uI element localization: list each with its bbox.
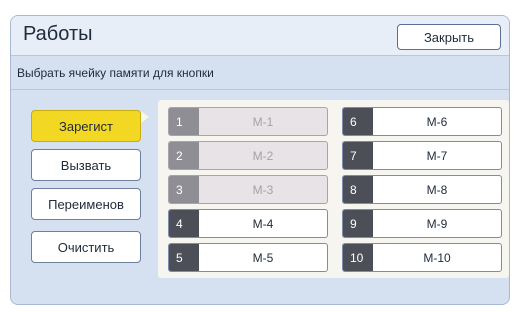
screen: Работы Закрыть Выбрать ячейку памяти для… [0, 0, 515, 312]
slot-number: 6 [343, 108, 373, 135]
slot-number: 4 [169, 210, 199, 237]
slot-label: M-7 [426, 148, 448, 163]
memory-slot-4[interactable]: 4 M-4 [168, 209, 328, 238]
slot-label: M-3 [252, 182, 274, 197]
recall-button[interactable]: Вызвать [31, 149, 141, 181]
slot-label: M-5 [252, 250, 274, 265]
instruction-text: Выбрать ячейку памяти для кнопки [17, 66, 214, 80]
selection-pointer [141, 111, 149, 123]
memory-slot-10[interactable]: 10 M-10 [342, 243, 502, 272]
slot-label: M-9 [426, 216, 448, 231]
slot-number: 2 [169, 142, 199, 169]
slot-number: 7 [343, 142, 373, 169]
slot-number: 1 [169, 108, 199, 135]
slot-label: M-8 [426, 182, 448, 197]
memory-slot-7[interactable]: 7 M-7 [342, 141, 502, 170]
jobs-panel: Работы Закрыть Выбрать ячейку памяти для… [10, 15, 510, 305]
slot-label: M-1 [252, 114, 274, 129]
memory-slot-3[interactable]: 3 M-3 [168, 175, 328, 204]
memory-slot-8[interactable]: 8 M-8 [342, 175, 502, 204]
page-title: Работы [23, 23, 93, 45]
memory-slot-6[interactable]: 6 M-6 [342, 107, 502, 136]
slot-number: 10 [343, 244, 373, 271]
register-button[interactable]: Зарегист [31, 110, 141, 142]
close-button[interactable]: Закрыть [397, 24, 501, 50]
slot-label: M-4 [252, 216, 274, 231]
divider [11, 89, 509, 90]
slot-label: M-2 [252, 148, 274, 163]
slot-label: M-10 [423, 250, 451, 265]
memory-slot-grid: 1 M-1 2 M-2 3 M-3 4 M-4 5 M-5 6 M-6 7 M-… [158, 100, 509, 278]
clear-button[interactable]: Очистить [31, 231, 141, 263]
memory-slot-1[interactable]: 1 M-1 [168, 107, 328, 136]
slot-number: 3 [169, 176, 199, 203]
slot-number: 9 [343, 210, 373, 237]
rename-button[interactable]: Переименов [31, 188, 141, 220]
slot-number: 8 [343, 176, 373, 203]
memory-slot-2[interactable]: 2 M-2 [168, 141, 328, 170]
panel-header: Работы Закрыть [11, 16, 509, 56]
slot-number: 5 [169, 244, 199, 271]
memory-slot-5[interactable]: 5 M-5 [168, 243, 328, 272]
slot-label: M-6 [426, 114, 448, 129]
memory-slot-9[interactable]: 9 M-9 [342, 209, 502, 238]
